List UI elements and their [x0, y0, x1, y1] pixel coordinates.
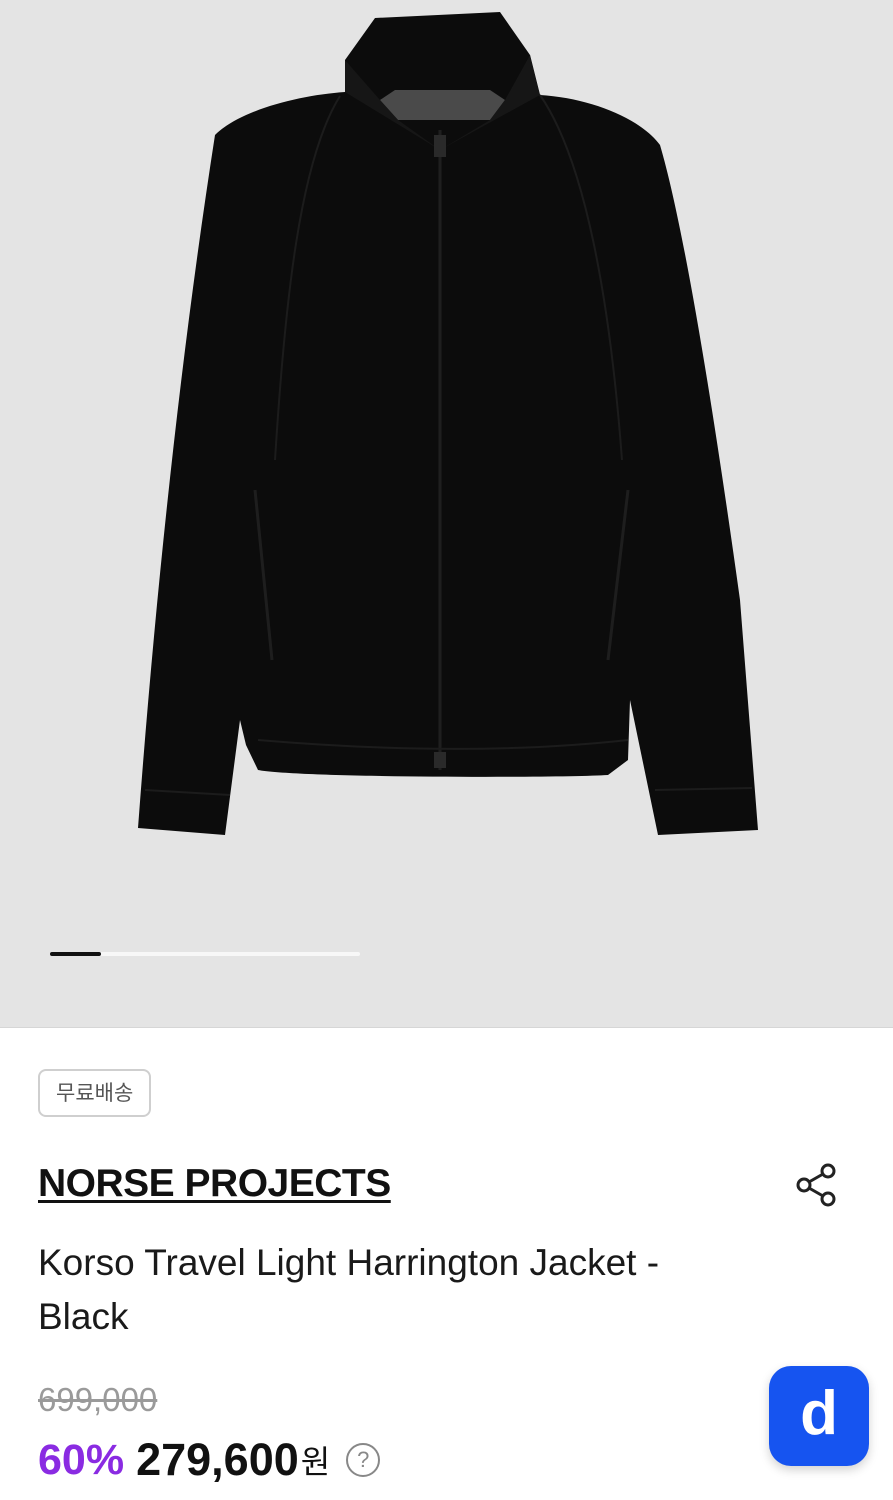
app-launch-button[interactable]: d — [769, 1366, 869, 1466]
original-price: 699,000 — [38, 1381, 158, 1418]
discount-rate: 60% — [38, 1435, 125, 1484]
sale-price: 279,600 — [136, 1434, 299, 1485]
product-image-gallery[interactable] — [0, 0, 893, 1028]
app-logo-d-icon: d — [800, 1378, 838, 1448]
product-title: Korso Travel Light Harrington Jacket - B… — [38, 1242, 660, 1337]
currency-label: 원 — [300, 1444, 331, 1480]
carousel-progress — [50, 952, 360, 956]
price-row: 60% 279,600 원 ? — [38, 1430, 381, 1490]
free-shipping-badge: 무료배송 — [38, 1069, 152, 1117]
brand-link[interactable]: NORSE PROJECTS — [38, 1160, 391, 1208]
carousel-progress-indicator — [50, 952, 102, 956]
question-icon[interactable]: ? — [346, 1443, 381, 1477]
product-image[interactable] — [0, 0, 893, 1028]
share-icon[interactable] — [792, 1160, 842, 1210]
